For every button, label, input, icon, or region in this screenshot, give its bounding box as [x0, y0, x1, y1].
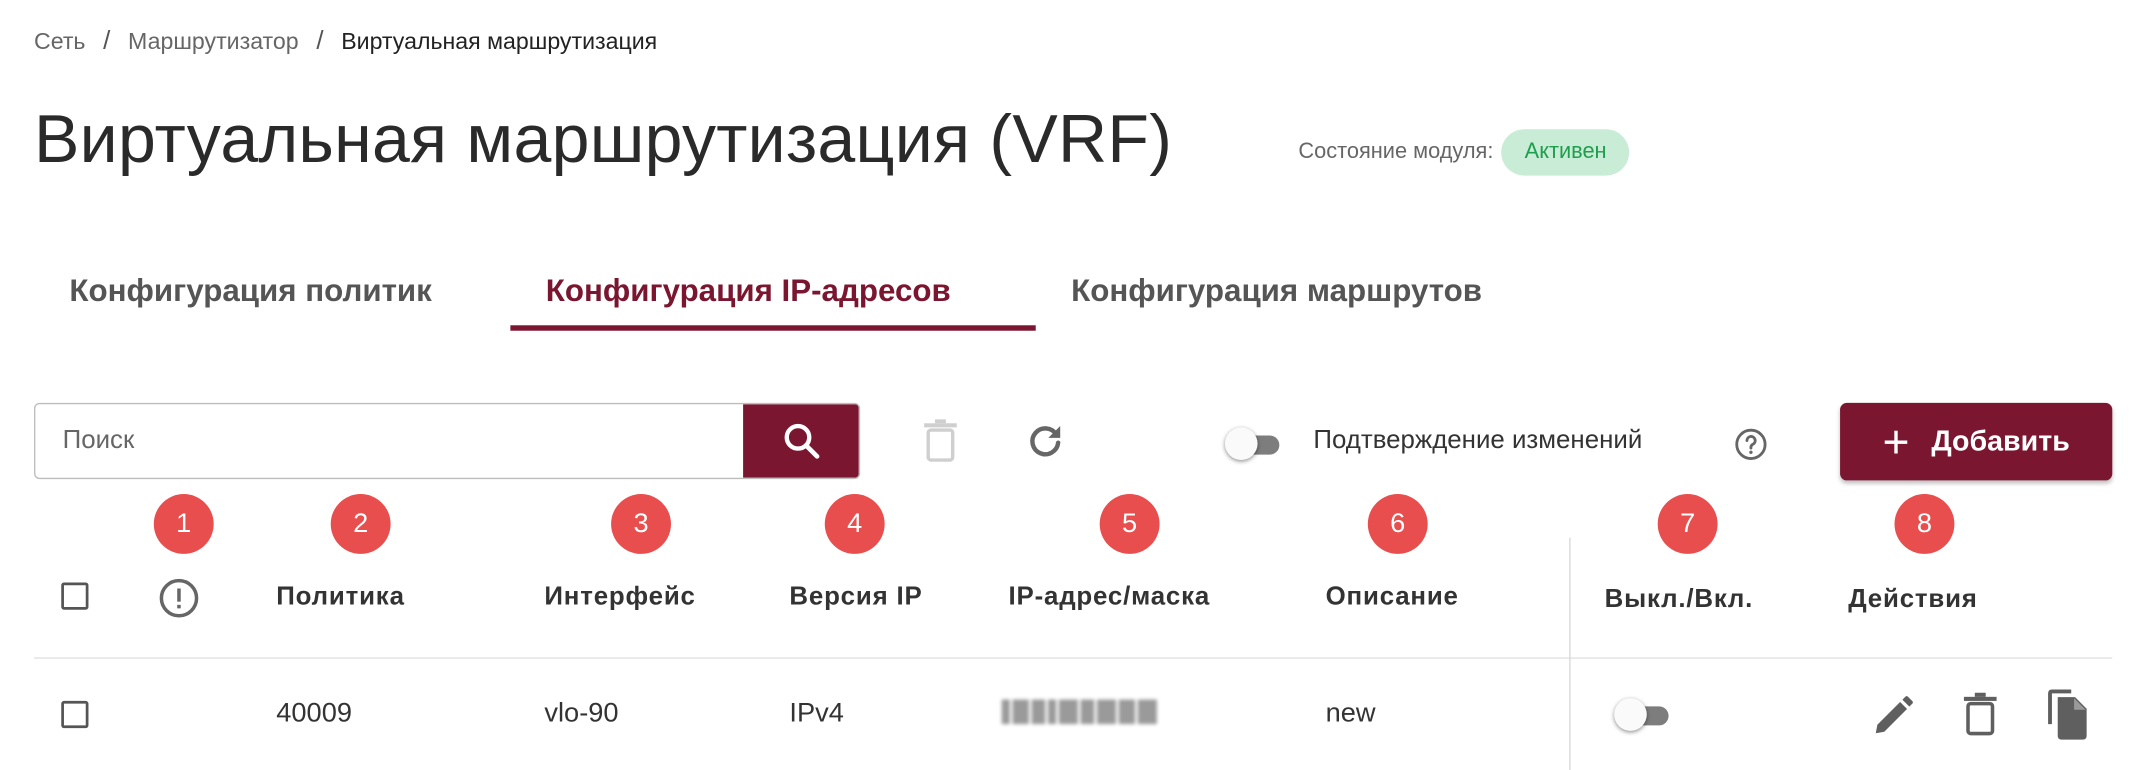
page: Сеть / Маршрутизатор / Виртуальная маршр… — [0, 0, 2134, 770]
marker-3: 3 — [611, 494, 671, 554]
column-header-description[interactable]: Описание — [1326, 583, 1459, 613]
cell-description: new — [1325, 698, 1376, 729]
help-button[interactable] — [1733, 426, 1768, 461]
breadcrumb-item-router[interactable]: Маршрутизатор — [128, 29, 299, 56]
module-status: Состояние модуля: Активен — [1298, 129, 1630, 176]
confirm-changes-toggle[interactable] — [1224, 427, 1280, 461]
marker-6: 6 — [1367, 494, 1428, 554]
marker-2: 2 — [330, 494, 391, 554]
status-badge: Активен — [1501, 129, 1630, 176]
module-status-label: Состояние модуля: — [1298, 140, 1494, 164]
edit-button[interactable] — [1870, 693, 1916, 739]
copy-icon — [2048, 689, 2087, 740]
trash-icon — [924, 419, 957, 462]
breadcrumb-separator: / — [103, 27, 111, 56]
cell-ip-version: IPv4 — [789, 698, 844, 729]
copy-button[interactable] — [2043, 689, 2092, 741]
marker-7: 7 — [1657, 494, 1718, 554]
table-divider — [34, 657, 2113, 659]
select-all-checkbox[interactable] — [61, 582, 89, 610]
refresh-icon — [1030, 425, 1061, 457]
active-tab-indicator — [510, 325, 1036, 331]
alert-circle-icon — [158, 578, 198, 617]
tab-policy-config[interactable]: Конфигурация политик — [69, 272, 431, 309]
breadcrumb-separator: / — [316, 27, 324, 56]
marker-4: 4 — [824, 494, 885, 554]
search-button[interactable] — [743, 404, 859, 478]
search-box — [34, 402, 861, 480]
cell-interface: vlo-90 — [544, 698, 619, 729]
marker-8: 8 — [1894, 494, 1955, 554]
breadcrumb-item-current: Виртуальная маршрутизация — [341, 28, 658, 55]
column-header-actions: Действия — [1848, 585, 1978, 614]
row-checkbox[interactable] — [61, 700, 89, 729]
plus-icon: + — [1882, 415, 1910, 468]
delete-selected-button[interactable] — [920, 419, 961, 463]
search-input[interactable] — [35, 404, 744, 478]
help-circle-icon — [1734, 428, 1766, 460]
column-header-ip-mask[interactable]: IP-адрес/маска — [1009, 583, 1211, 613]
pencil-icon — [1875, 696, 1913, 734]
column-header-enabled: Выкл./Вкл. — [1604, 585, 1754, 614]
refresh-button[interactable] — [1023, 419, 1067, 463]
tab-route-config[interactable]: Конфигурация маршрутов — [1071, 272, 1482, 309]
column-divider — [1569, 537, 1571, 770]
search-icon — [783, 423, 819, 459]
cell-policy: 40009 — [276, 698, 352, 729]
column-header-interface[interactable]: Интерфейс — [544, 583, 695, 613]
delete-row-button[interactable] — [1961, 691, 1999, 737]
add-button[interactable]: + Добавить — [1840, 402, 2113, 481]
toggle-knob — [1224, 427, 1258, 461]
breadcrumb: Сеть / Маршрутизатор / Виртуальная маршр… — [34, 27, 657, 57]
row-enable-toggle[interactable] — [1614, 698, 1669, 731]
tab-ip-config[interactable]: Конфигурация IP-адресов — [546, 272, 951, 309]
confirm-changes-label: Подтверждение изменений — [1313, 425, 1643, 455]
add-button-label: Добавить — [1931, 425, 2070, 457]
column-header-policy[interactable]: Политика — [276, 583, 404, 613]
toggle-knob — [1614, 698, 1647, 731]
marker-1: 1 — [153, 494, 214, 554]
trash-icon — [1963, 692, 1997, 736]
marker-5: 5 — [1099, 494, 1160, 554]
cell-ip-mask-redacted — [1001, 699, 1157, 725]
page-title: Виртуальная маршрутизация (VRF) — [34, 100, 1173, 177]
breadcrumb-item-network[interactable]: Сеть — [34, 29, 85, 56]
status-column-header — [157, 576, 201, 620]
column-header-ip-version[interactable]: Версия IP — [789, 583, 922, 613]
